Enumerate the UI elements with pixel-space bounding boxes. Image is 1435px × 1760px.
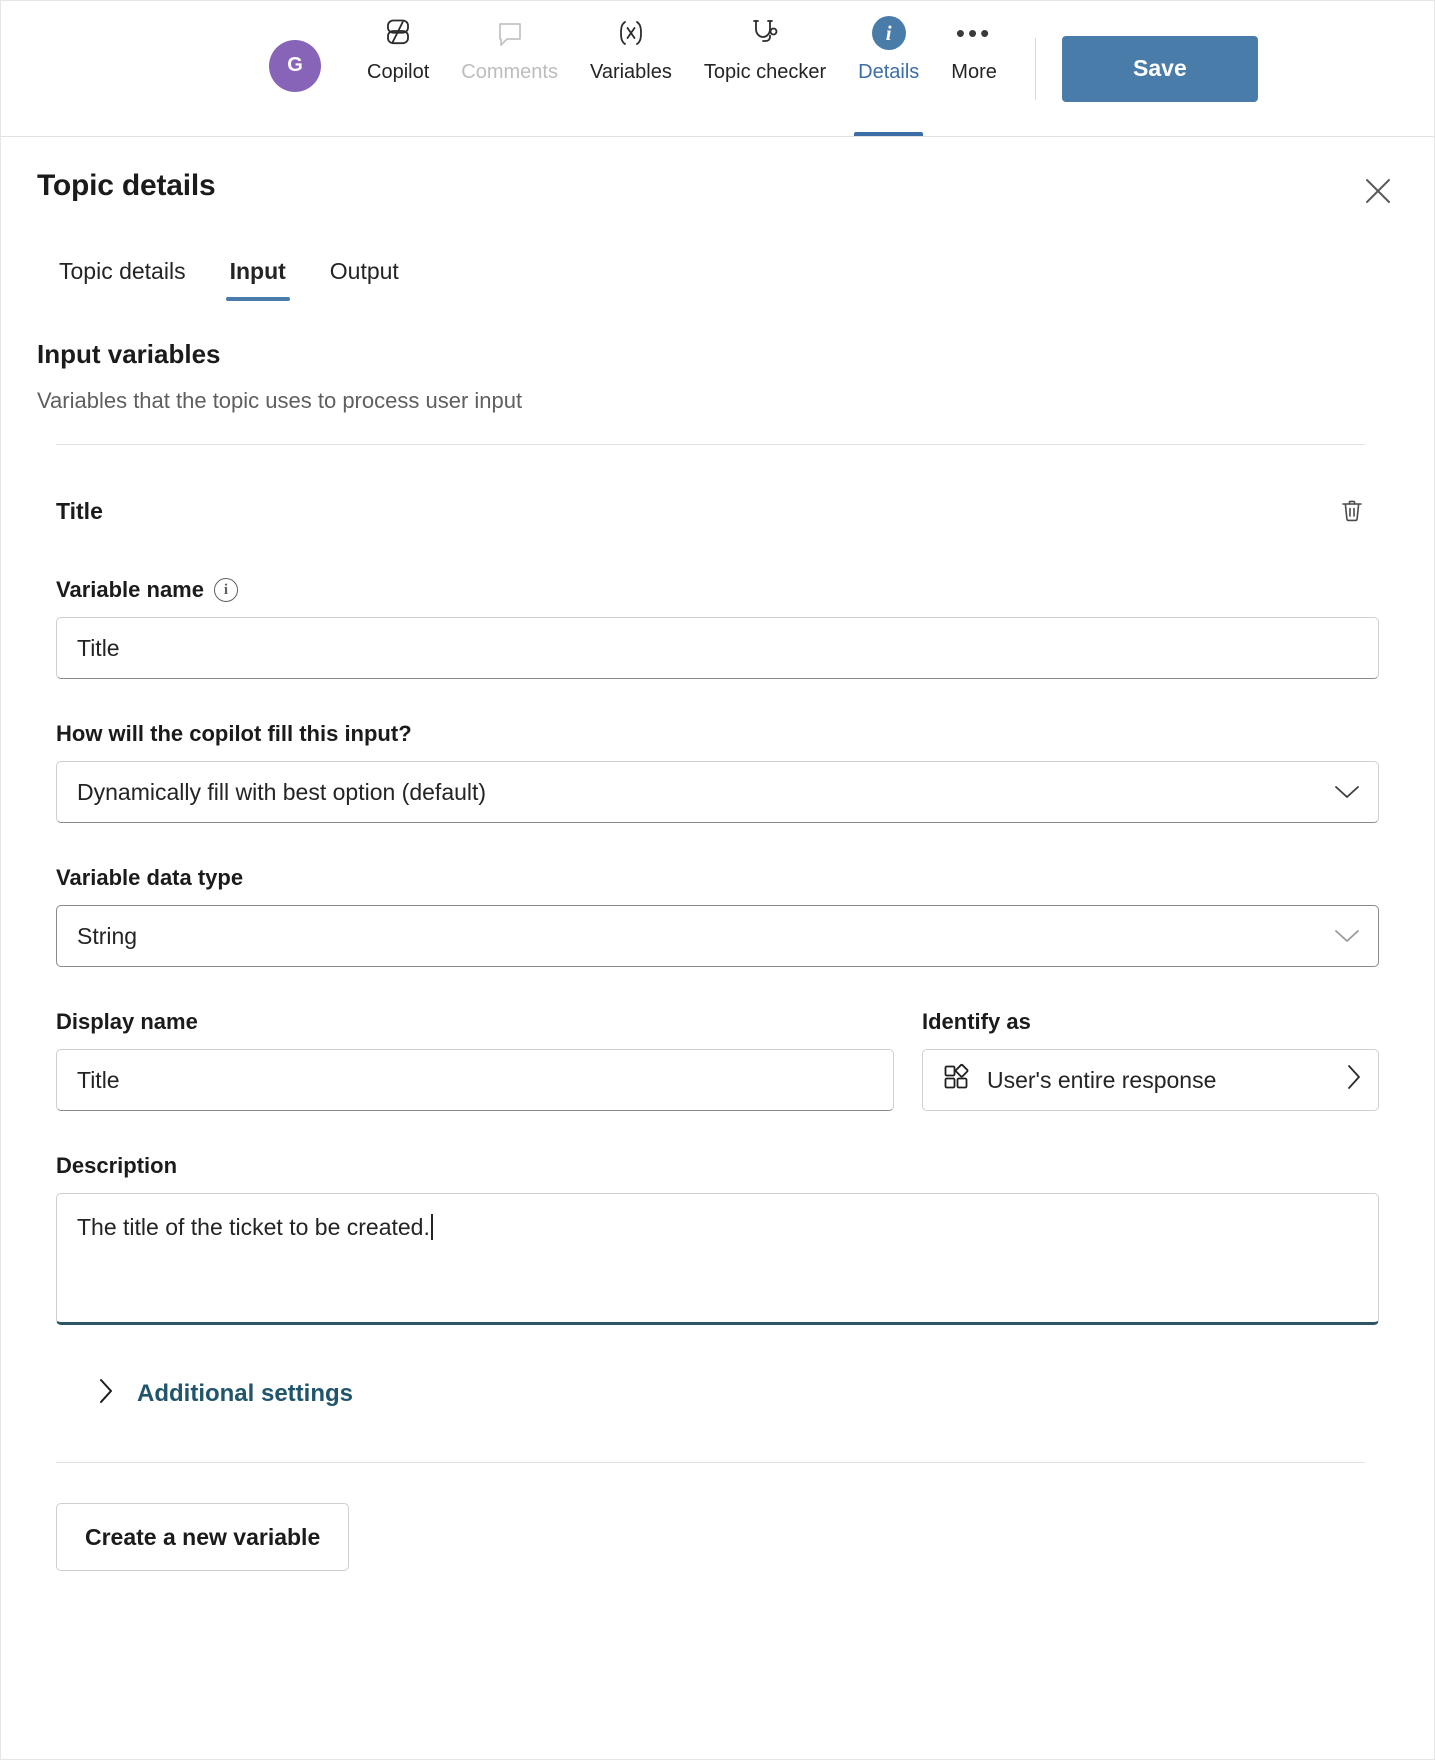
divider (56, 444, 1365, 445)
entity-icon (941, 1062, 971, 1098)
tab-topic-details[interactable]: Topic details (37, 249, 208, 301)
field-display-name: Display name Title (56, 1009, 894, 1111)
panel-tabs: Topic details Input Output (1, 249, 1434, 301)
fill-mode-dropdown[interactable]: Dynamically fill with best option (defau… (56, 761, 1379, 823)
data-type-label: Variable data type (56, 865, 244, 890)
identify-as-value: User's entire response (987, 1066, 1217, 1093)
data-type-value: String (77, 922, 138, 949)
display-name-label: Display name (56, 1009, 198, 1034)
copilot-icon (380, 13, 416, 53)
command-topic-checker[interactable]: Topic checker (688, 1, 842, 136)
description-value: The title of the ticket to be created. (77, 1214, 430, 1240)
tab-output[interactable]: Output (308, 249, 421, 301)
toolbar-divider (1034, 37, 1036, 100)
field-description: Description The title of the ticket to b… (37, 1153, 1398, 1325)
fill-mode-value: Dynamically fill with best option (defau… (77, 778, 487, 805)
command-variables[interactable]: Variables (574, 1, 688, 136)
command-label: More (951, 61, 997, 83)
page-title: Topic details (37, 169, 216, 202)
variable-title: Title (56, 497, 103, 524)
create-new-variable-button[interactable]: Create a new variable (56, 1503, 350, 1571)
info-icon[interactable]: i (213, 578, 238, 602)
comment-icon (494, 13, 526, 53)
variables-icon (614, 13, 648, 53)
fill-mode-label: How will the copilot fill this input? (56, 721, 412, 746)
chevron-right-icon (1346, 1064, 1362, 1096)
field-data-type: Variable data type String (37, 865, 1398, 967)
data-type-dropdown[interactable]: String (56, 905, 1379, 967)
label-text: Variable name (56, 577, 204, 602)
description-textarea[interactable]: The title of the ticket to be created. (56, 1193, 1379, 1325)
identify-as-label: Identify as (922, 1009, 1031, 1034)
description-label: Description (56, 1153, 178, 1178)
avatar: G (269, 39, 321, 92)
field-fill-mode: How will the copilot fill this input? Dy… (37, 721, 1398, 823)
ellipsis-icon: ••• (955, 18, 993, 48)
command-label: Details (858, 61, 920, 83)
display-identify-row: Display name Title Identify as User's en… (37, 1009, 1398, 1111)
display-name-input[interactable]: Title (56, 1049, 894, 1111)
field-variable-name: Variable name i Title (37, 577, 1398, 679)
command-details[interactable]: i Details (842, 1, 935, 136)
command-comments[interactable]: Comments (445, 1, 574, 136)
delete-icon[interactable] (1328, 487, 1376, 535)
command-label: Comments (461, 61, 558, 83)
chevron-down-icon (1334, 779, 1360, 806)
command-bar-items: G Copilot Comments Variables Topic check… (269, 1, 1258, 136)
command-copilot[interactable]: Copilot (351, 1, 445, 136)
variable-name-input[interactable]: Title (56, 617, 1379, 679)
additional-settings-toggle[interactable]: Additional settings (97, 1377, 353, 1410)
variable-name-label: Variable name i (56, 577, 1379, 603)
info-circle-icon: i (871, 13, 906, 53)
tab-input[interactable]: Input (208, 249, 308, 301)
field-identify-as: Identify as User's entire response (922, 1009, 1379, 1111)
section-subheading: Variables that the topic uses to process… (37, 388, 523, 413)
additional-settings-label: Additional settings (137, 1379, 353, 1407)
command-label: Variables (589, 61, 672, 83)
stethoscope-icon (747, 13, 783, 53)
section-heading: Input variables (37, 339, 221, 369)
chevron-down-icon (1334, 923, 1360, 950)
variable-header: Title (37, 487, 1398, 535)
divider (56, 1462, 1365, 1463)
close-icon[interactable] (1350, 163, 1406, 219)
identify-as-button[interactable]: User's entire response (922, 1049, 1379, 1111)
command-label: Copilot (367, 61, 430, 83)
text-cursor (430, 1214, 433, 1240)
chevron-right-icon (97, 1377, 115, 1410)
command-bar: G Copilot Comments Variables Topic check… (1, 1, 1434, 137)
command-more[interactable]: ••• More (935, 1, 1013, 136)
panel-header: Topic details (1, 137, 1434, 219)
topic-details-panel: G Copilot Comments Variables Topic check… (0, 0, 1435, 1760)
panel-content: Input variables Variables that the topic… (1, 339, 1434, 1571)
save-button[interactable]: Save (1061, 35, 1258, 102)
command-label: Topic checker (703, 61, 827, 83)
